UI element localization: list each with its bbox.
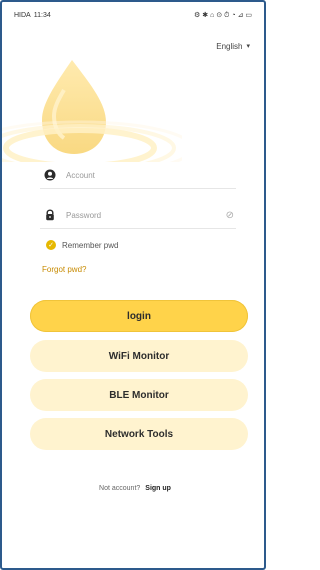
language-label: English xyxy=(216,42,243,51)
status-label: HIDA xyxy=(14,11,31,19)
eye-off-icon[interactable]: ⊘ xyxy=(226,210,234,221)
wifi-monitor-button[interactable]: WiFi Monitor xyxy=(30,340,248,372)
password-underline xyxy=(40,228,236,229)
status-left: HIDA 11:34 xyxy=(14,12,51,19)
login-button[interactable]: login xyxy=(30,300,248,332)
check-icon[interactable]: ✓ xyxy=(46,240,56,250)
account-placeholder: Account xyxy=(66,170,95,180)
status-bar: HIDA 11:34 ⚙ ✱ ⌂ ⊙ ⏱ ◔ ⊿ ▭ xyxy=(14,8,252,22)
drop-logo-icon xyxy=(2,60,182,162)
lock-icon xyxy=(44,209,56,221)
ble-monitor-button[interactable]: BLE Monitor xyxy=(30,379,248,411)
account-underline xyxy=(40,188,236,189)
signup-link[interactable]: Sign up xyxy=(145,485,171,492)
chevron-down-icon: ▾ xyxy=(246,42,250,50)
password-field[interactable]: Password ⊘ xyxy=(40,202,236,228)
signup-prompt: Not account? xyxy=(99,485,141,492)
app-screen: HIDA 11:34 ⚙ ✱ ⌂ ⊙ ⏱ ◔ ⊿ ▭ English ▾ Acc… xyxy=(0,0,266,570)
remember-label: Remember pwd xyxy=(62,240,119,250)
signup-row: Not account? Sign up xyxy=(2,485,264,492)
password-placeholder: Password xyxy=(66,210,102,220)
account-field[interactable]: Account xyxy=(40,162,236,188)
status-icon-cluster: ⚙ ✱ ⌂ ⊙ ⏱ ◔ ⊿ ▭ xyxy=(193,11,252,19)
user-icon xyxy=(44,169,56,181)
network-tools-button[interactable]: Network Tools xyxy=(30,418,248,450)
forgot-password-link[interactable]: Forgot pwd? xyxy=(42,265,86,274)
remember-password[interactable]: ✓ Remember pwd xyxy=(46,240,118,250)
language-selector[interactable]: English ▾ xyxy=(216,42,250,51)
status-time: 11:34 xyxy=(33,11,51,19)
status-icons: ⚙ ✱ ⌂ ⊙ ⏱ ◔ ⊿ ▭ xyxy=(194,11,252,20)
